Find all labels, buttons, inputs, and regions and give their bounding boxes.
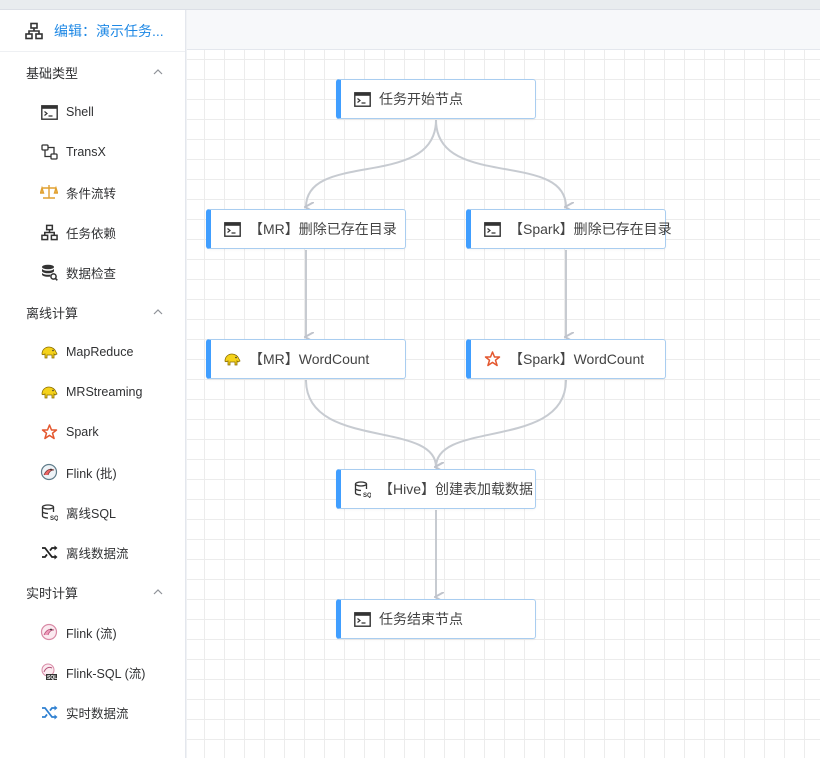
terminal-icon	[40, 103, 58, 121]
node-spark-wordcount[interactable]: 【Spark】WordCount	[466, 339, 666, 379]
palette-item-shell[interactable]: Shell	[0, 92, 185, 132]
palette-item-label: 数据检查	[66, 266, 117, 281]
palette-item-dependency[interactable]: 任务依赖	[0, 212, 185, 252]
node-label: 任务开始节点	[379, 91, 463, 107]
sql-database-icon: SQL	[353, 480, 371, 498]
edge-layer	[187, 119, 820, 758]
palette-item-label: MRStreaming	[66, 385, 143, 399]
chevron-up-icon[interactable]	[153, 67, 163, 77]
palette-item-label: MapReduce	[66, 345, 134, 359]
sitemap-icon	[24, 21, 44, 41]
palette-item-label: 条件流转	[66, 186, 117, 201]
node-label: 【Spark】删除已存在目录	[509, 221, 672, 237]
database-search-icon	[40, 263, 58, 281]
palette-item-label: Spark	[66, 425, 99, 439]
node-start[interactable]: 任务开始节点	[336, 79, 536, 119]
terminal-icon	[483, 220, 501, 238]
palette-item-label: 任务依赖	[66, 226, 117, 241]
palette-item-mapreduce[interactable]: MapReduce	[0, 332, 185, 372]
group-offline-compute[interactable]: 离线计算	[0, 292, 185, 332]
node-spark-delete-dir[interactable]: 【Spark】删除已存在目录	[466, 209, 672, 249]
balance-scale-icon	[40, 183, 58, 201]
edge-start-to-spark-delete	[435, 119, 566, 207]
node-label: 任务结束节点	[379, 611, 463, 627]
palette-item-label: 离线SQL	[66, 506, 117, 521]
edge-start-to-mr-delete	[306, 119, 437, 207]
node-end[interactable]: 任务结束节点	[336, 599, 536, 639]
canvas-toolbar	[187, 10, 820, 50]
chevron-up-icon[interactable]	[153, 307, 163, 317]
hadoop-elephant-icon	[223, 350, 241, 368]
palette-item-flink-sql-stream[interactable]: SQL Flink-SQL (流)	[0, 652, 185, 692]
top-bar	[0, 0, 820, 10]
palette-item-spark[interactable]: Spark	[0, 412, 185, 452]
group-label: 实时计算	[26, 585, 79, 601]
hadoop-elephant-icon	[40, 383, 58, 401]
terminal-icon	[353, 90, 371, 108]
sitemap-icon	[40, 223, 58, 241]
svg-text:SQL: SQL	[363, 493, 371, 498]
editor-title: 编辑：演示任务...	[54, 22, 164, 39]
transx-icon	[40, 143, 58, 161]
spark-star-icon	[483, 350, 501, 368]
palette-item-realtime-dataflow[interactable]: 实时数据流	[0, 692, 185, 732]
hadoop-elephant-icon	[40, 343, 58, 361]
palette-item-label: Shell	[66, 105, 94, 119]
group-label: 基础类型	[26, 65, 79, 81]
node-label: 【Hive】创建表加载数据	[379, 481, 534, 497]
shuffle-icon	[40, 703, 58, 721]
chevron-up-icon[interactable]	[153, 587, 163, 597]
palette-item-label: 离线数据流	[66, 546, 129, 561]
palette-item-mrstreaming[interactable]: MRStreaming	[0, 372, 185, 412]
palette-item-offline-dataflow[interactable]: 离线数据流	[0, 532, 185, 572]
svg-text:SQL: SQL	[50, 516, 58, 521]
edge-spark-wordcount-to-hive	[436, 379, 567, 467]
node-mr-delete-dir[interactable]: 【MR】删除已存在目录	[206, 209, 406, 249]
terminal-icon	[223, 220, 241, 238]
group-basic-types[interactable]: 基础类型	[0, 52, 185, 92]
workflow-editor: 编辑：演示任务... 基础类型 Shell TransX 条件流转 任务依赖 数…	[0, 0, 820, 758]
group-label: 离线计算	[26, 305, 79, 321]
palette-item-offline-sql[interactable]: SQL 离线SQL	[0, 492, 185, 532]
node-label: 【MR】WordCount	[249, 351, 370, 367]
palette-item-label: TransX	[66, 145, 106, 159]
palette-item-flink-stream[interactable]: Flink (流)	[0, 612, 185, 652]
palette-item-label: 实时数据流	[66, 706, 129, 721]
terminal-icon	[353, 610, 371, 628]
shuffle-icon	[40, 543, 58, 561]
palette-item-transx[interactable]: TransX	[0, 132, 185, 172]
node-hive-create-load[interactable]: SQL 【Hive】创建表加载数据	[336, 469, 536, 509]
palette-item-flink-batch[interactable]: Flink (批)	[0, 452, 185, 492]
editor-title-bar: 编辑：演示任务...	[0, 10, 185, 52]
node-mr-wordcount[interactable]: 【MR】WordCount	[206, 339, 406, 379]
edge-mr-wordcount-to-hive	[305, 379, 436, 467]
svg-text:SQL: SQL	[47, 675, 57, 681]
spark-star-icon	[40, 423, 58, 441]
flink-squirrel-icon	[40, 623, 58, 641]
palette-item-data-check[interactable]: 数据检查	[0, 252, 185, 292]
flink-squirrel-icon	[40, 463, 58, 481]
palette-item-label: Flink (批)	[66, 466, 117, 481]
node-label: 【MR】删除已存在目录	[249, 221, 397, 237]
palette-item-label: Flink (流)	[66, 626, 117, 641]
group-realtime-compute[interactable]: 实时计算	[0, 572, 185, 612]
flink-sql-icon: SQL	[40, 663, 58, 681]
component-sidebar: 编辑：演示任务... 基础类型 Shell TransX 条件流转 任务依赖 数…	[0, 10, 186, 758]
node-label: 【Spark】WordCount	[509, 351, 645, 367]
palette-item-label: Flink-SQL (流)	[66, 666, 146, 681]
palette-item-condition[interactable]: 条件流转	[0, 172, 185, 212]
workflow-canvas[interactable]: 任务开始节点 【MR】删除已存在目录 【Spark】删除已存在目录 【MR】Wo…	[187, 50, 820, 758]
sql-database-icon: SQL	[40, 503, 58, 521]
